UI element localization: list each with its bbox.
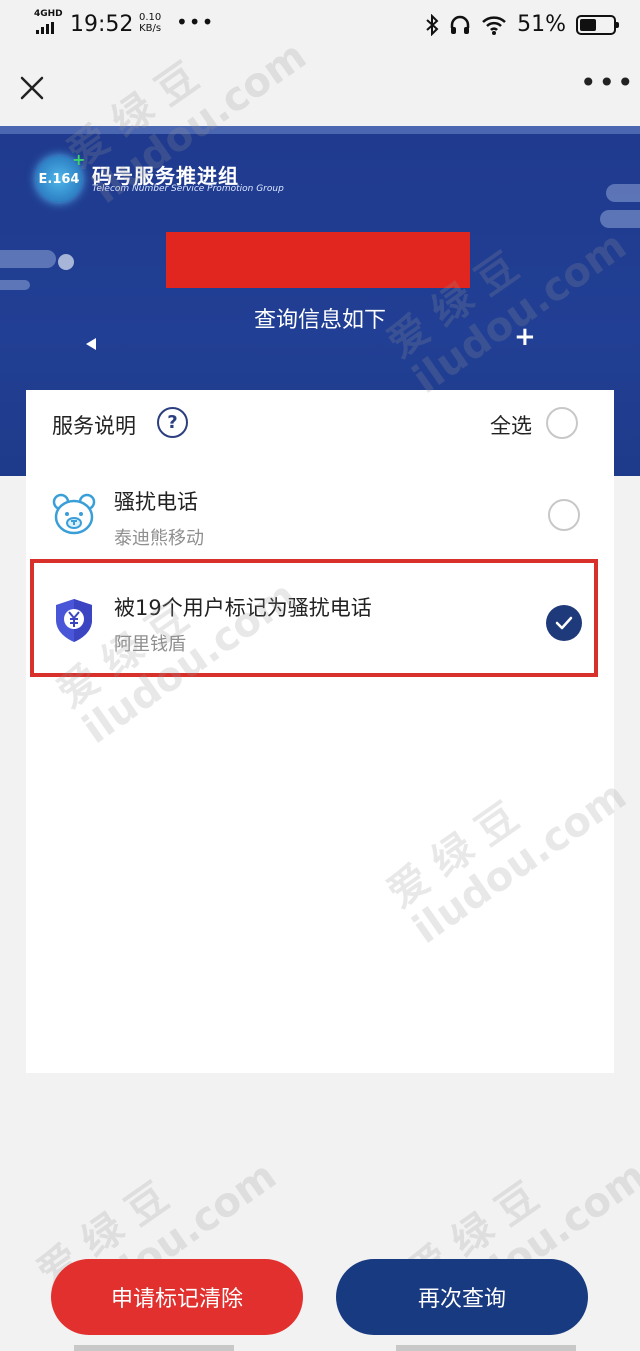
bluetooth-icon [426, 13, 439, 36]
item-title: 被19个用户标记为骚扰电话 [114, 596, 372, 620]
close-icon[interactable] [18, 74, 46, 102]
org-subtitle: Telecom Number Service Promotion Group [92, 184, 284, 194]
select-all-radio[interactable] [546, 407, 578, 439]
deco-cloud [0, 250, 56, 268]
deco-cloud [0, 280, 30, 290]
teddy-bear-icon [52, 493, 96, 535]
item-title: 骚扰电话 [114, 490, 198, 514]
check-icon [555, 616, 573, 630]
redacted-number [166, 232, 470, 288]
battery-fill [580, 18, 596, 31]
speed-unit: KB/s [139, 23, 162, 34]
bottom-divider [74, 1345, 234, 1351]
wifi-icon [482, 15, 506, 35]
banner-top-band [0, 126, 640, 134]
clock: 19:52 [70, 12, 134, 37]
yuan-shield-icon [56, 599, 92, 642]
status-bar: 4GHD 19:52 0.10 KB/s ••• 51% [0, 0, 640, 52]
query-title: 查询信息如下 [253, 308, 386, 333]
logo-text: E.164 [38, 171, 80, 187]
help-icon[interactable]: ? [157, 407, 188, 438]
service-description-label: 服务说明 [52, 414, 136, 438]
result-card: 服务说明 ? 全选 骚扰电话 泰迪熊移动 被19个用户标记为骚扰电话 阿里钱盾 [26, 390, 614, 1073]
list-item[interactable]: 骚扰电话 泰迪熊移动 [26, 462, 614, 568]
title-bar: ••• [0, 52, 640, 126]
signal-icon [36, 22, 54, 34]
headphones-icon [450, 15, 470, 34]
deco-triangle [86, 338, 96, 350]
network-type: 4GHD [34, 9, 63, 19]
more-icon[interactable]: ••• [580, 69, 634, 98]
network-speed: 0.10 KB/s [139, 12, 161, 34]
bottom-divider [396, 1345, 576, 1351]
select-all-label: 全选 [490, 414, 532, 438]
logo-plus-icon: + [72, 150, 86, 169]
request-clear-button[interactable]: 申请标记清除 [51, 1259, 303, 1335]
deco-cloud [606, 184, 640, 202]
speed-value: 0.10 [139, 12, 162, 23]
deco-plus-icon: + [514, 322, 536, 352]
requery-button[interactable]: 再次查询 [336, 1259, 588, 1335]
list-item[interactable]: 被19个用户标记为骚扰电话 阿里钱盾 [26, 568, 614, 674]
battery-icon [576, 14, 619, 35]
notification-dots: ••• [176, 10, 215, 34]
card-header: 服务说明 ? 全选 [26, 390, 614, 456]
deco-dot [58, 254, 74, 270]
item-source: 泰迪熊移动 [114, 528, 204, 549]
item-radio[interactable] [548, 499, 580, 531]
status-right: 51% [425, 12, 619, 37]
deco-cloud [600, 210, 640, 228]
battery-percent: 51% [517, 12, 566, 37]
item-source: 阿里钱盾 [114, 634, 186, 655]
item-radio-checked[interactable] [546, 605, 582, 641]
